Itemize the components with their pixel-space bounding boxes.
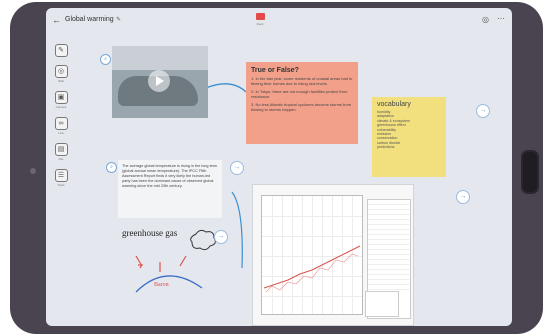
quiz-item: 3. No less Atlantic tropical cyclones be… <box>251 102 352 112</box>
sketch-title: greenhouse gas <box>122 228 178 238</box>
vocab-title: vocabulary <box>377 101 411 108</box>
pen-icon: ✎ <box>54 44 68 57</box>
sketch-word: Baron <box>154 282 169 288</box>
link-icon: ∞ <box>54 117 68 130</box>
quiz-item: 1. In the last year, some residents of c… <box>251 76 353 86</box>
chart-card[interactable] <box>252 184 414 326</box>
quiz-item: 2. In Tokyo, there are not enough facili… <box>251 89 348 99</box>
video-card[interactable] <box>112 46 208 118</box>
camera-tool-icon: ▣ <box>54 91 68 104</box>
play-icon[interactable] <box>148 70 170 92</box>
edit-title-icon[interactable]: ✎ <box>116 16 121 23</box>
arrow-right-icon[interactable]: → <box>214 230 228 244</box>
app-screen: ← Global warming ✎ Deck ◎ ⋯ ✎ ◎ Web ▣ Ca… <box>46 8 512 326</box>
tool-label: Camera <box>55 105 67 109</box>
camera-icon[interactable]: ◎ <box>482 15 489 24</box>
quiz-title: True or False? <box>251 67 299 74</box>
tools-icon: ☰ <box>54 169 68 182</box>
arrow-right-icon[interactable]: → <box>476 104 490 118</box>
tool-camera[interactable]: ▣ Camera <box>52 91 70 109</box>
tool-pen[interactable]: ✎ <box>52 44 70 57</box>
tool-link[interactable]: ∞ Link <box>52 117 70 135</box>
vocab-item: predictions <box>377 145 395 150</box>
trend-line <box>263 245 361 293</box>
deck-button[interactable]: Deck <box>250 13 270 26</box>
paragraph-card[interactable]: The average global temperature is rising… <box>118 160 222 218</box>
tool-more[interactable]: ☰ Tools <box>52 169 70 187</box>
tool-label: Web <box>57 79 65 83</box>
tool-file[interactable]: ▤ File <box>52 143 70 161</box>
sketch-card[interactable]: greenhouse gas Baron <box>116 222 224 300</box>
sketch-drawing: greenhouse gas Baron <box>122 228 216 293</box>
chart-legend <box>365 291 399 317</box>
table-row <box>368 285 410 290</box>
quiz-card[interactable]: True or False? 1. In the last year, some… <box>246 62 358 144</box>
top-bar: ← Global warming ✎ Deck ◎ ⋯ <box>46 8 512 38</box>
file-icon: ▤ <box>54 143 68 156</box>
search-icon[interactable]: ⌕ <box>106 162 117 173</box>
front-camera <box>30 168 36 174</box>
line-plot <box>261 195 363 315</box>
search-icon[interactable]: ⌕ <box>100 54 111 65</box>
more-icon[interactable]: ⋯ <box>497 14 505 23</box>
left-toolbar: ✎ ◎ Web ▣ Camera ∞ Link ▤ File ☰ Tools <box>52 44 70 195</box>
tool-label: File <box>58 157 64 161</box>
video-sky <box>112 46 208 70</box>
back-arrow-icon[interactable]: ← <box>52 15 61 25</box>
tool-label: Tools <box>57 183 65 187</box>
tool-label: Link <box>58 131 64 135</box>
home-button[interactable] <box>521 150 539 194</box>
deck-label: Deck <box>256 22 264 26</box>
arrow-right-icon[interactable]: → <box>456 190 470 204</box>
deck-icon <box>255 13 265 20</box>
tool-web[interactable]: ◎ Web <box>52 65 70 83</box>
board-title[interactable]: Global warming <box>65 16 114 23</box>
arrow-right-icon[interactable]: → <box>230 161 244 175</box>
vocab-list: humidity adaptation climate & ecosystem … <box>377 110 441 150</box>
vocab-card[interactable]: vocabulary humidity adaptation climate &… <box>372 97 446 177</box>
web-icon: ◎ <box>54 65 68 78</box>
